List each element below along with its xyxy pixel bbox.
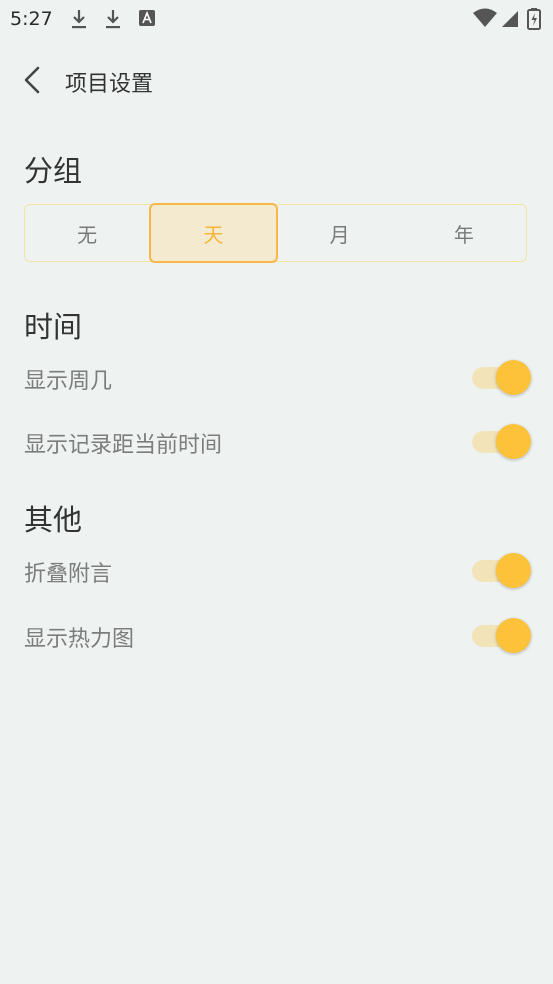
chevron-left-icon[interactable] (18, 64, 50, 96)
setting-label: 折叠附言 (24, 562, 113, 587)
section-title-group: 分组 (24, 154, 83, 188)
setting-label: 显示热力图 (24, 627, 135, 652)
download-icon (106, 10, 120, 29)
page-title: 项目设置 (65, 72, 154, 97)
show-time-since-toggle[interactable] (472, 423, 534, 459)
section-title-other: 其他 (24, 503, 83, 537)
setting-label: 显示周几 (24, 369, 113, 394)
setting-row-show-heatmap: 显示热力图 (24, 615, 534, 655)
show-weekday-toggle[interactable] (472, 359, 534, 395)
group-option-day[interactable]: 天 (149, 203, 278, 263)
toggle-thumb (496, 360, 531, 395)
toggle-thumb (496, 618, 531, 653)
fold-notes-toggle[interactable] (472, 552, 534, 588)
status-bar: 5:27 (0, 0, 553, 38)
show-heatmap-toggle[interactable] (472, 617, 534, 653)
battery-icon (527, 8, 541, 30)
app-a-icon (139, 10, 155, 26)
app-header: 项目设置 (0, 52, 553, 108)
download-icon (72, 10, 86, 29)
group-option-month[interactable]: 月 (278, 205, 402, 261)
status-time: 5:27 (10, 8, 53, 30)
toggle-thumb (496, 424, 531, 459)
toggle-thumb (496, 553, 531, 588)
setting-row-show-weekday: 显示周几 (24, 357, 534, 397)
section-title-time: 时间 (24, 310, 83, 344)
setting-row-show-time-since: 显示记录距当前时间 (24, 421, 534, 461)
setting-label: 显示记录距当前时间 (24, 433, 223, 458)
setting-row-fold-notes: 折叠附言 (24, 550, 534, 590)
wifi-icon (473, 8, 497, 27)
signal-icon (502, 11, 518, 27)
group-option-none[interactable]: 无 (25, 205, 149, 261)
group-segmented-control: 无 天 月 年 (24, 203, 527, 263)
group-option-year[interactable]: 年 (402, 205, 526, 261)
